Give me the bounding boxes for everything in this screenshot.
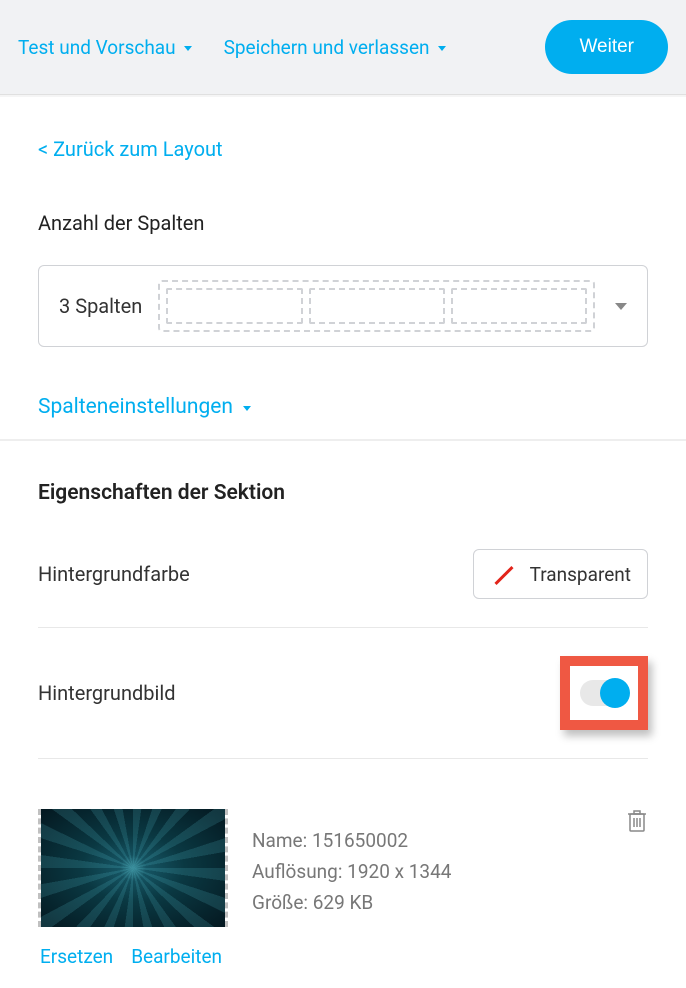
image-size-label: Größe:	[252, 891, 308, 914]
bg-image-label: Hintergrundbild	[38, 681, 176, 705]
image-size-row: Größe: 629 KB	[252, 891, 451, 914]
trash-icon[interactable]	[626, 809, 648, 837]
chevron-down-icon	[184, 46, 192, 51]
column-box	[166, 288, 302, 324]
image-resolution-value: 1920 x 1344	[347, 860, 451, 883]
background-image-row: Hintergrundbild	[38, 656, 648, 759]
columns-preview-icon	[158, 280, 595, 332]
edit-image-link[interactable]: Bearbeiten	[131, 945, 222, 968]
image-thumbnail-wrapper	[38, 809, 228, 927]
highlight-callout	[560, 656, 648, 730]
section-properties-title: Eigenschaften der Sektion	[38, 481, 648, 505]
column-box	[451, 288, 587, 324]
bg-color-picker[interactable]: Transparent	[473, 549, 648, 599]
image-name-row: Name: 151650002	[252, 829, 451, 852]
content-panel: < Zurück zum Layout Anzahl der Spalten 3…	[0, 95, 686, 988]
replace-image-link[interactable]: Ersetzen	[40, 945, 113, 968]
column-settings-label: Spalteneinstellungen	[38, 395, 233, 419]
column-box	[309, 288, 445, 324]
bg-color-label: Hintergrundfarbe	[38, 562, 190, 586]
transparent-swatch-icon	[490, 560, 518, 588]
columns-selected-value: 3 Spalten	[59, 294, 142, 318]
columns-count-select[interactable]: 3 Spalten	[38, 265, 648, 347]
continue-button[interactable]: Weiter	[545, 20, 668, 74]
header-left-group: Test und Vorschau Speichern und verlasse…	[18, 36, 446, 59]
image-actions: Ersetzen Bearbeiten	[40, 945, 228, 968]
section-divider	[0, 439, 686, 441]
image-name-value: 151650002	[312, 829, 408, 852]
columns-count-label: Anzahl der Spalten	[38, 211, 648, 235]
save-exit-label: Speichern und verlassen	[224, 36, 430, 59]
chevron-down-icon	[615, 303, 627, 310]
image-details-section: Ersetzen Bearbeiten Name: 151650002 Aufl…	[38, 809, 648, 968]
test-preview-dropdown[interactable]: Test und Vorschau	[18, 36, 192, 59]
background-color-row: Hintergrundfarbe Transparent	[38, 549, 648, 628]
image-column: Ersetzen Bearbeiten	[38, 809, 228, 968]
bg-color-value: Transparent	[530, 563, 631, 586]
top-header: Test und Vorschau Speichern und verlasse…	[0, 0, 686, 95]
toggle-knob	[600, 678, 630, 708]
save-exit-dropdown[interactable]: Speichern und verlassen	[224, 36, 446, 59]
image-metadata: Name: 151650002 Auflösung: 1920 x 1344 G…	[252, 809, 451, 968]
back-to-layout-link[interactable]: < Zurück zum Layout	[38, 137, 223, 161]
column-settings-dropdown[interactable]: Spalteneinstellungen	[38, 395, 648, 419]
image-size-value: 629 KB	[313, 891, 374, 914]
chevron-down-icon	[438, 46, 446, 51]
chevron-down-icon	[243, 406, 251, 411]
image-resolution-label: Auflösung:	[252, 860, 342, 883]
bg-image-toggle[interactable]	[580, 680, 628, 706]
image-resolution-row: Auflösung: 1920 x 1344	[252, 860, 451, 883]
image-name-label: Name:	[252, 829, 307, 852]
test-preview-label: Test und Vorschau	[18, 36, 176, 59]
image-thumbnail[interactable]	[41, 809, 225, 927]
